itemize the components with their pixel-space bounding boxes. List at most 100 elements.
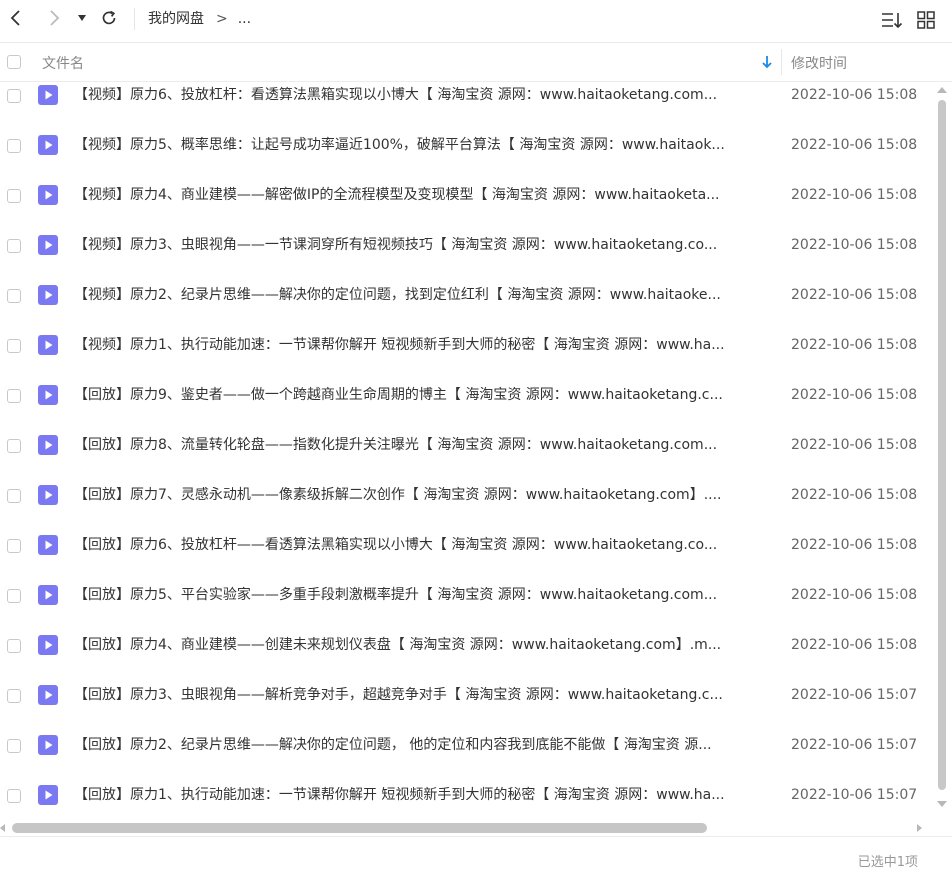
file-list: 【视频】原力6、投放杠杆：看透算法黑箱实现以小博大【 海淘宝资 源网：www.h… bbox=[0, 82, 936, 820]
scroll-left-arrow-icon[interactable] bbox=[0, 824, 6, 832]
file-row[interactable]: 【回放】原力9、鉴史者——做一个跨越商业生命周期的博主【 海淘宝资 源网：www… bbox=[0, 384, 936, 434]
file-name[interactable]: 【回放】原力4、商业建模——创建未来规划仪表盘【 海淘宝资 源网：www.hai… bbox=[74, 635, 774, 655]
scroll-right-arrow-icon[interactable] bbox=[916, 824, 922, 832]
video-file-icon bbox=[38, 335, 58, 355]
select-all-checkbox[interactable] bbox=[7, 55, 21, 69]
breadcrumb-separator: > bbox=[216, 11, 228, 27]
vertical-scrollbar[interactable] bbox=[936, 82, 952, 812]
file-name[interactable]: 【视频】原力3、虫眼视角——一节课洞穿所有短视频技巧【 海淘宝资 源网：www.… bbox=[74, 235, 774, 255]
sort-list-icon bbox=[882, 13, 903, 29]
file-row[interactable]: 【视频】原力4、商业建模——解密做IP的全流程模型及变现模型【 海淘宝资 源网：… bbox=[0, 184, 936, 234]
grid-view-icon bbox=[917, 11, 935, 29]
file-modified-time: 2022-10-06 15:08 bbox=[791, 587, 918, 603]
file-name[interactable]: 【回放】原力6、投放杠杆——看透算法黑箱实现以小博大【 海淘宝资 源网：www.… bbox=[74, 535, 774, 555]
video-file-icon bbox=[38, 535, 58, 555]
file-modified-time: 2022-10-06 15:08 bbox=[791, 487, 918, 503]
row-checkbox[interactable] bbox=[7, 739, 21, 753]
row-checkbox[interactable] bbox=[7, 589, 21, 603]
chevron-left-icon bbox=[10, 10, 20, 26]
row-checkbox[interactable] bbox=[7, 189, 21, 203]
file-modified-time: 2022-10-06 15:08 bbox=[791, 387, 918, 403]
video-file-icon bbox=[38, 135, 58, 155]
file-modified-time: 2022-10-06 15:07 bbox=[791, 687, 918, 703]
scroll-up-arrow-icon[interactable] bbox=[937, 86, 947, 94]
file-modified-time: 2022-10-06 15:08 bbox=[791, 187, 918, 203]
file-row[interactable]: 【视频】原力2、纪录片思维——解决你的定位问题，找到定位红利【 海淘宝资 源网：… bbox=[0, 284, 936, 334]
horizontal-scroll-thumb[interactable] bbox=[12, 823, 707, 833]
row-checkbox[interactable] bbox=[7, 289, 21, 303]
row-checkbox[interactable] bbox=[7, 639, 21, 653]
toolbar: 我的网盘 >... bbox=[0, 0, 952, 40]
file-name[interactable]: 【回放】原力2、纪录片思维——解决你的定位问题， 他的定位和内容我到底能不能做【… bbox=[74, 735, 774, 755]
row-checkbox[interactable] bbox=[7, 539, 21, 553]
row-checkbox[interactable] bbox=[7, 389, 21, 403]
file-name[interactable]: 【视频】原力1、执行动能加速：一节课帮你解开 短视频新手到大师的秘密【 海淘宝资… bbox=[74, 335, 774, 355]
row-checkbox[interactable] bbox=[7, 239, 21, 253]
sort-button[interactable] bbox=[880, 8, 904, 32]
file-row[interactable]: 【视频】原力5、概率思维：让起号成功率逼近100%，破解平台算法【 海淘宝资 源… bbox=[0, 134, 936, 184]
refresh-icon bbox=[102, 10, 116, 25]
selection-status: 已选中1项 bbox=[857, 855, 918, 870]
breadcrumb: 我的网盘 >... bbox=[148, 8, 251, 30]
row-checkbox[interactable] bbox=[7, 139, 21, 153]
scroll-down-arrow-icon[interactable] bbox=[937, 800, 947, 808]
file-name[interactable]: 【视频】原力4、商业建模——解密做IP的全流程模型及变现模型【 海淘宝资 源网：… bbox=[74, 185, 774, 205]
file-row[interactable]: 【回放】原力3、虫眼视角——解析竞争对手，超越竞争对手【 海淘宝资 源网：www… bbox=[0, 684, 936, 734]
column-header-time[interactable]: 修改时间 bbox=[791, 53, 847, 73]
video-file-icon bbox=[38, 635, 58, 655]
file-row[interactable]: 【视频】原力1、执行动能加速：一节课帮你解开 短视频新手到大师的秘密【 海淘宝资… bbox=[0, 334, 936, 384]
sort-down-arrow-icon[interactable] bbox=[761, 55, 773, 69]
file-row[interactable]: 【回放】原力4、商业建模——创建未来规划仪表盘【 海淘宝资 源网：www.hai… bbox=[0, 634, 936, 684]
file-row[interactable]: 【回放】原力1、执行动能加速：一节课帮你解开 短视频新手到大师的秘密【 海淘宝资… bbox=[0, 784, 936, 820]
file-row[interactable]: 【视频】原力6、投放杠杆：看透算法黑箱实现以小博大【 海淘宝资 源网：www.h… bbox=[0, 84, 936, 134]
file-modified-time: 2022-10-06 15:08 bbox=[791, 337, 918, 353]
list-header: 文件名 修改时间 bbox=[0, 42, 952, 82]
file-modified-time: 2022-10-06 15:08 bbox=[791, 637, 918, 653]
horizontal-scrollbar[interactable] bbox=[0, 820, 930, 836]
file-modified-time: 2022-10-06 15:07 bbox=[791, 737, 918, 753]
row-checkbox[interactable] bbox=[7, 489, 21, 503]
vertical-scroll-thumb[interactable] bbox=[938, 100, 946, 790]
file-modified-time: 2022-10-06 15:07 bbox=[791, 787, 918, 803]
file-row[interactable]: 【回放】原力7、灵感永动机——像素级拆解二次创作【 海淘宝资 源网：www.ha… bbox=[0, 484, 936, 534]
file-name[interactable]: 【视频】原力5、概率思维：让起号成功率逼近100%，破解平台算法【 海淘宝资 源… bbox=[74, 135, 774, 155]
file-modified-time: 2022-10-06 15:08 bbox=[791, 537, 918, 553]
video-file-icon bbox=[38, 385, 58, 405]
breadcrumb-more[interactable]: ... bbox=[238, 8, 251, 30]
file-name[interactable]: 【回放】原力1、执行动能加速：一节课帮你解开 短视频新手到大师的秘密【 海淘宝资… bbox=[74, 785, 774, 805]
forward-button[interactable] bbox=[42, 6, 66, 30]
file-modified-time: 2022-10-06 15:08 bbox=[791, 137, 918, 153]
column-header-name[interactable]: 文件名 bbox=[42, 53, 84, 73]
toolbar-divider bbox=[134, 8, 135, 30]
file-row[interactable]: 【回放】原力8、流量转化轮盘——指数化提升关注曝光【 海淘宝资 源网：www.h… bbox=[0, 434, 936, 484]
file-name[interactable]: 【回放】原力5、平台实验家——多重手段刺激概率提升【 海淘宝资 源网：www.h… bbox=[74, 585, 774, 605]
file-name[interactable]: 【回放】原力9、鉴史者——做一个跨越商业生命周期的博主【 海淘宝资 源网：www… bbox=[74, 385, 774, 405]
refresh-button[interactable] bbox=[97, 6, 121, 30]
file-row[interactable]: 【回放】原力5、平台实验家——多重手段刺激概率提升【 海淘宝资 源网：www.h… bbox=[0, 584, 936, 634]
file-name[interactable]: 【回放】原力3、虫眼视角——解析竞争对手，超越竞争对手【 海淘宝资 源网：www… bbox=[74, 685, 774, 705]
file-row[interactable]: 【回放】原力2、纪录片思维——解决你的定位问题， 他的定位和内容我到底能不能做【… bbox=[0, 734, 936, 784]
breadcrumb-root[interactable]: 我的网盘 bbox=[148, 8, 204, 30]
row-checkbox[interactable] bbox=[7, 689, 21, 703]
history-dropdown-button[interactable] bbox=[72, 6, 92, 30]
video-file-icon bbox=[38, 685, 58, 705]
row-checkbox[interactable] bbox=[7, 439, 21, 453]
file-row[interactable]: 【视频】原力3、虫眼视角——一节课洞穿所有短视频技巧【 海淘宝资 源网：www.… bbox=[0, 234, 936, 284]
video-file-icon bbox=[38, 235, 58, 255]
file-name[interactable]: 【视频】原力6、投放杠杆：看透算法黑箱实现以小博大【 海淘宝资 源网：www.h… bbox=[74, 85, 774, 105]
file-name[interactable]: 【视频】原力2、纪录片思维——解决你的定位问题，找到定位红利【 海淘宝资 源网：… bbox=[74, 285, 774, 305]
file-row[interactable]: 【回放】原力6、投放杠杆——看透算法黑箱实现以小博大【 海淘宝资 源网：www.… bbox=[0, 534, 936, 584]
chevron-right-icon bbox=[50, 10, 60, 26]
file-name[interactable]: 【回放】原力7、灵感永动机——像素级拆解二次创作【 海淘宝资 源网：www.ha… bbox=[74, 485, 774, 505]
video-file-icon bbox=[38, 585, 58, 605]
file-name[interactable]: 【回放】原力8、流量转化轮盘——指数化提升关注曝光【 海淘宝资 源网：www.h… bbox=[74, 435, 774, 455]
grid-view-button[interactable] bbox=[914, 8, 938, 32]
back-button[interactable] bbox=[4, 6, 28, 30]
caret-down-icon bbox=[78, 15, 86, 21]
row-checkbox[interactable] bbox=[7, 89, 21, 103]
video-file-icon bbox=[38, 785, 58, 805]
row-checkbox[interactable] bbox=[7, 789, 21, 803]
row-checkbox[interactable] bbox=[7, 339, 21, 353]
column-divider[interactable] bbox=[781, 49, 782, 75]
video-file-icon bbox=[38, 185, 58, 205]
